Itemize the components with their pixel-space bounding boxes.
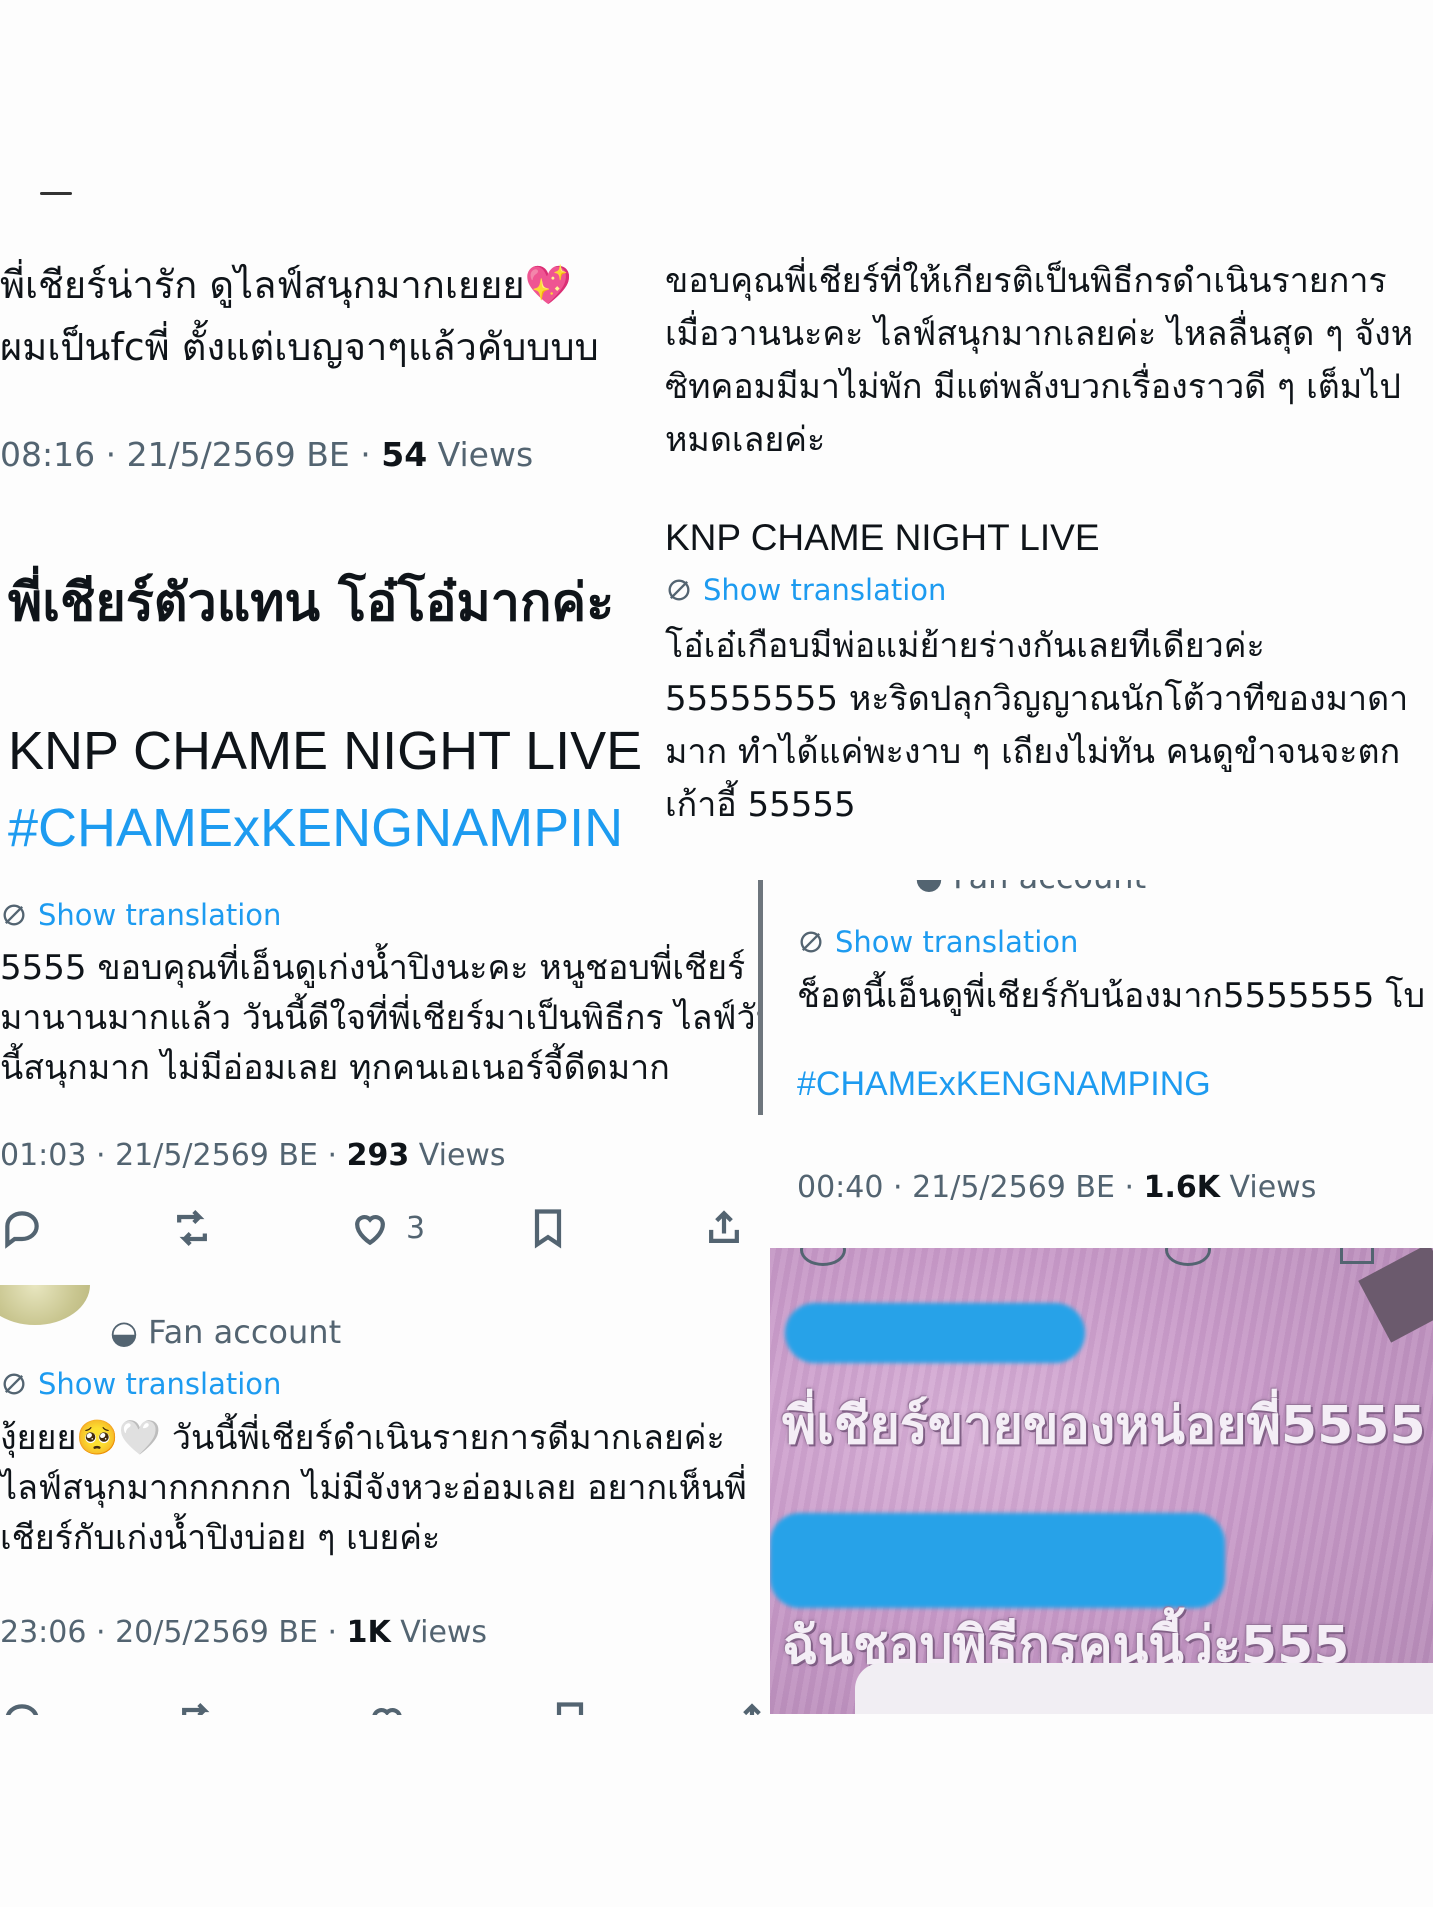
tweet-action-bar: 3 [0,1200,760,1256]
fan-account-label: ◒ Fan account [915,880,1146,896]
panel-bottom-surface [855,1663,1433,1714]
live-stream-capture: พี่เชียร์ขายของหน่อยพี่5555 ฉันชอบพิธีกร… [770,1248,1433,1714]
tweet-text: ขอบคุณพี่เชียร์ที่ให้เกียรติเป็นพิธีกรดำ… [665,261,1387,301]
heart-icon [355,1214,385,1246]
tweet-timestamp: 00:40 · 21/5/2569 BE · 1.6K Views [797,1170,1317,1205]
event-title: KNP CHAME NIGHT LIVE [8,721,643,781]
avatar[interactable] [0,1285,90,1325]
tweet-a: พี่เชียร์น่ารัก ดูไลฟ์สนุกมากเยยย💖 ผมเป็… [0,255,650,485]
event-title: KNP CHAME NIGHT LIVE [665,517,1100,558]
translate-icon [800,931,822,953]
tweet-d: Show translation 5555 ขอบคุณที่เอ็นดูเก่… [0,880,760,1260]
retweet-icon[interactable] [170,1206,214,1250]
tweet-b: ขอบคุณพี่เชียร์ที่ให้เกียรติเป็นพิธีกรดำ… [660,255,1433,825]
tweet-text: ผมเป็นfcพี่ ตั้งแต่เบญจาๆแล้วคับบบบ [0,325,599,369]
bookmark-icon [1340,1248,1374,1264]
share-icon[interactable] [702,1206,746,1250]
translated-text: มานานมากแล้ว วันนี้ดีใจที่พี่เชียร์มาเป็… [0,998,760,1038]
bookmark-icon[interactable] [526,1206,570,1250]
translate-icon [668,579,690,601]
translated-text: มาก ทำได้แค่พะงาบ ๆ เถียงไม่ทัน คนดูขำจน… [665,732,1401,772]
live-comment: พี่เชียร์ขายของหน่อยพี่5555 [782,1396,1426,1456]
translated-text: ไลฟ์สนุกมากกกกกก ไม่มีจังหวะอ่อมเลย อยาก… [0,1468,747,1508]
tweet-text: เมื่อวานนะคะ ไลฟ์สนุกมากเลยค่ะ ไหลลื่นสุ… [665,314,1414,354]
tweet-timestamp: 01:03 · 21/5/2569 BE · 293 Views [0,1138,506,1173]
show-translation-link[interactable]: Show translation [665,573,946,607]
translated-text: งุ้ยยย🥺🤍 วันนี้พี่เชียร์ดำเนินรายการดีมา… [0,1418,725,1458]
tweet-c: พี่เชียร์ตัวแทน โอ๋โอ๋มากค่ะ KNP CHAME N… [0,560,650,860]
cropped-dash [40,192,72,195]
tweet-f: ◒ Fan account Show translation งุ้ยยย🥺🤍 … [0,1285,770,1715]
translated-text: เก้าอี้ 55555 [665,785,856,825]
mask-icon: ◒ [110,1313,149,1351]
tweet-e: ◒ Fan account Show translation ช็อตนี้เอ… [765,880,1433,1210]
hashtag-link[interactable]: #CHAMExKENGNAMPING [797,1065,1211,1104]
column-divider [758,880,763,1115]
share-icon[interactable] [730,1699,770,1715]
retweet-icon[interactable] [175,1699,219,1715]
heart-icon[interactable] [365,1699,409,1715]
pleading-face-white-heart-emoji: 🥺🤍 [76,1418,162,1458]
fan-account-label: ◒ Fan account [110,1313,342,1351]
translated-text: เชียร์กับเก่งน้ำปิงบ่อย ๆ เบยค่ะ [0,1518,441,1558]
heart-icon [1165,1248,1211,1266]
mask-icon: ◒ [915,880,953,896]
tweet-action-bar [0,1693,770,1715]
reply-icon [800,1248,846,1266]
show-translation-link[interactable]: Show translation [0,898,281,932]
tweet-big-text: พี่เชียร์ตัวแทน โอ๋โอ๋มากค่ะ [8,573,615,633]
translated-text: 55555555 หะริดปลุกวิญญาณนักโต้วาทีของมาด… [665,679,1409,719]
like-count: 3 [406,1210,426,1246]
reply-icon[interactable] [0,1699,44,1715]
show-translation-link[interactable]: Show translation [0,1367,281,1401]
like-button[interactable]: 3 [348,1206,425,1250]
tweet-timestamp: 23:06 · 20/5/2569 BE · 1K Views [0,1615,488,1650]
tweet-text: หมดเลยค่ะ [665,420,826,460]
redaction-scribble [785,1303,1085,1363]
bookmark-icon[interactable] [548,1699,592,1715]
tweet-timestamp: 08:16 · 21/5/2569 BE · 54 Views [0,435,534,474]
translated-text: 5555 ขอบคุณที่เอ็นดูเก่งน้ำปิงนะคะ หนูชอ… [0,948,746,988]
translated-text: ช็อตนี้เอ็นดูพี่เชียร์กับน้องมาก5555555 … [797,976,1426,1016]
translate-icon [3,904,25,926]
translated-text: โอ๋เอ๋เกือบมีพ่อแม่ย้ายร่างกันเลยทีเดียว… [665,626,1265,666]
tweet-text: พี่เชียร์น่ารัก ดูไลฟ์สนุกมากเยยย [0,263,525,307]
reply-icon[interactable] [0,1206,44,1250]
translate-icon [3,1373,25,1395]
show-translation-link[interactable]: Show translation [797,925,1078,959]
hashtag-link[interactable]: #CHAMExKENGNAMPIN [8,797,623,859]
redaction-scribble [770,1513,1225,1608]
tweet-text: ซิทคอมมีมาไม่พัก มีแต่พลังบวกเรื่องราวดี… [665,367,1401,407]
translated-text: นี้สนุกมาก ไม่มีอ่อมเลย ทุกคนเอเนอร์จี้ด… [0,1048,670,1088]
sparkling-heart-emoji: 💖 [524,263,572,307]
